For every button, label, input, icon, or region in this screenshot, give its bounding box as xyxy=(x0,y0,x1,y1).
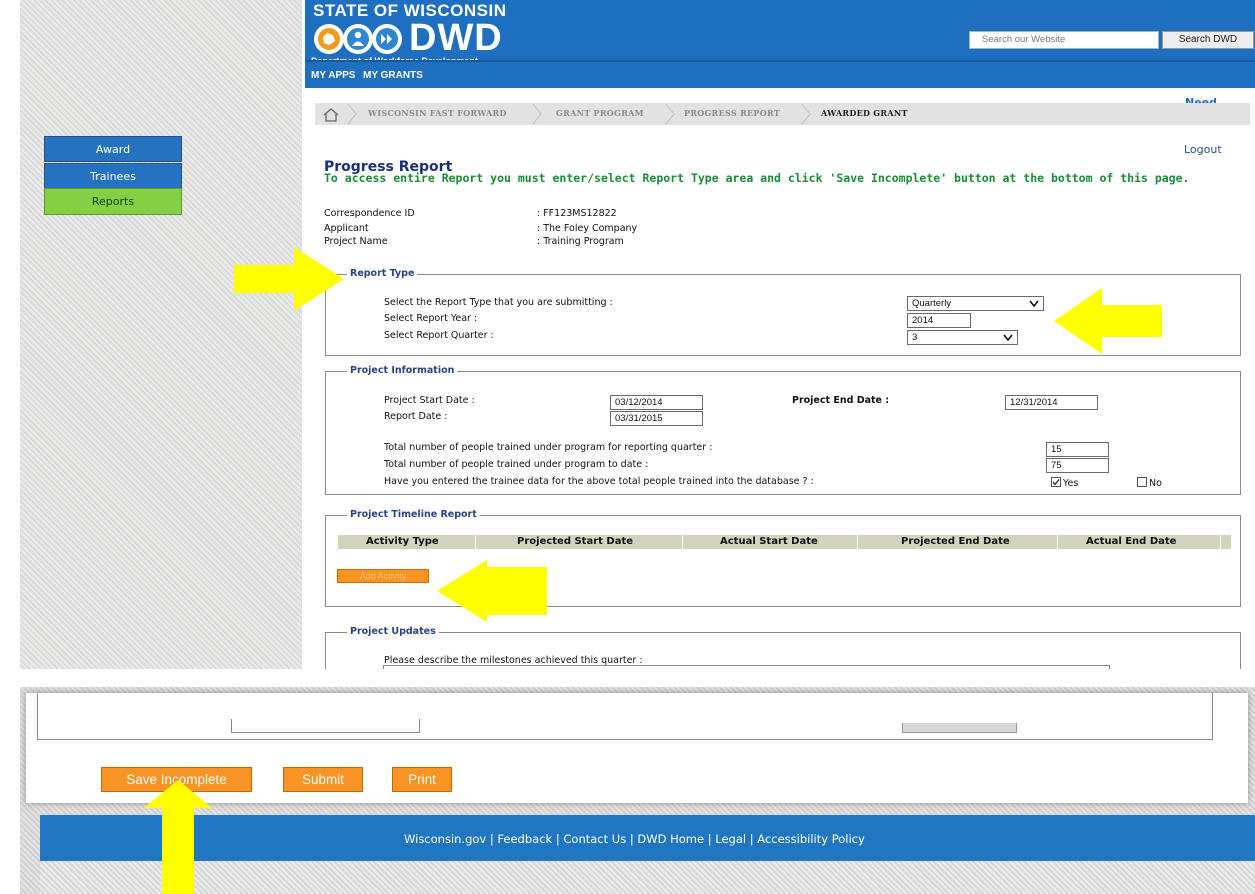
breadcrumb-item-wisconsin-fast-forward[interactable]: WISCONSIN FAST FORWARD xyxy=(368,108,507,118)
lower-screenshot: Save Incomplete Submit Print Wisconsin.g… xyxy=(0,669,1255,894)
left-background xyxy=(20,0,302,669)
updates-textarea[interactable] xyxy=(231,719,420,733)
report-type-legend: Report Type xyxy=(347,268,418,279)
trainee-data-entered-label: Have you entered the trainee data for th… xyxy=(384,476,814,487)
no-checkbox[interactable] xyxy=(1137,477,1147,487)
footer-link-dwd-home[interactable]: DWD Home xyxy=(637,832,704,846)
dwd-logo-text: DWD xyxy=(409,17,503,59)
add-activity-button[interactable]: Add Activity xyxy=(337,569,429,583)
column-projected-start-date: Projected Start Date xyxy=(517,536,634,547)
footer-link-accessibility-policy[interactable]: Accessibility Policy xyxy=(757,832,865,846)
fieldset-border xyxy=(1212,693,1213,740)
breadcrumb-separator-icon xyxy=(532,103,542,125)
search-button[interactable]: Search DWD xyxy=(1162,31,1254,49)
breadcrumb-separator-icon xyxy=(801,103,811,125)
correspondence-id-value: : FF123MS12822 xyxy=(537,208,617,219)
report-year-label: Select Report Year : xyxy=(384,313,478,324)
report-type-label: Select the Report Type that you are subm… xyxy=(384,297,613,308)
fieldset-border xyxy=(37,739,1213,740)
site-header: STATE OF WISCONSIN DWD Search our Websit… xyxy=(305,0,1255,60)
footer-link-contact-us[interactable]: Contact Us xyxy=(563,832,626,846)
trained-to-date-label: Total number of people trained under pro… xyxy=(384,459,649,470)
report-type-selected-value: Quarterly xyxy=(912,298,952,309)
sidebar-item-reports[interactable]: Reports xyxy=(44,188,182,215)
breadcrumb-separator-icon xyxy=(665,103,675,125)
correspondence-id-label: Correspondence ID xyxy=(324,208,415,219)
column-divider xyxy=(682,535,683,549)
footer-link-wisconsin-gov[interactable]: Wisconsin.gov xyxy=(404,832,486,846)
annotation-arrow-up-icon xyxy=(144,780,212,894)
page-instructions: To access entire Report you must enter/s… xyxy=(324,171,1190,185)
column-divider xyxy=(475,535,476,549)
annotation-arrow-left-icon xyxy=(437,560,547,622)
column-actual-start-date: Actual Start Date xyxy=(720,536,818,547)
report-year-input[interactable]: 2014 xyxy=(907,313,971,328)
print-button[interactable]: Print xyxy=(392,767,452,792)
chevron-down-icon xyxy=(1003,334,1013,342)
logout-link[interactable]: Logout xyxy=(1184,143,1222,156)
nav-my-apps[interactable]: MY APPS xyxy=(311,70,355,81)
project-name-label: Project Name xyxy=(324,236,388,247)
upper-screenshot: . Award Trainees Reports STATE OF WISCON… xyxy=(0,0,1255,669)
column-activity-type: Activity Type xyxy=(366,536,439,547)
dwd-logo-icon xyxy=(314,24,402,54)
column-divider xyxy=(1220,535,1221,549)
applicant-label: Applicant xyxy=(324,223,369,234)
column-projected-end-date: Projected End Date xyxy=(901,536,1010,547)
column-actual-end-date: Actual End Date xyxy=(1086,536,1177,547)
report-quarter-label: Select Report Quarter : xyxy=(384,330,494,341)
submit-button[interactable]: Submit xyxy=(283,767,363,792)
nav-my-grants[interactable]: MY GRANTS xyxy=(363,70,423,81)
footer-link-legal[interactable]: Legal xyxy=(715,832,746,846)
breadcrumb-item-progress-report[interactable]: PROGRESS REPORT xyxy=(684,108,780,118)
breadcrumb-separator-icon xyxy=(347,103,357,125)
trained-quarter-label: Total number of people trained under pro… xyxy=(384,442,713,453)
report-type-select[interactable]: Quarterly xyxy=(907,296,1044,311)
fieldset-border xyxy=(37,693,38,740)
sidebar-item-trainees[interactable]: Trainees xyxy=(44,163,182,189)
project-start-date-label: Project Start Date : xyxy=(384,395,475,406)
project-start-date-input[interactable]: 03/12/2014 xyxy=(610,395,703,410)
report-quarter-select[interactable]: 3 xyxy=(907,330,1018,345)
chevron-down-icon xyxy=(1029,300,1039,308)
stray-dot: . xyxy=(14,660,18,669)
yes-checkbox[interactable] xyxy=(1051,477,1061,487)
annotation-arrow-left-icon xyxy=(1054,288,1162,354)
report-date-input[interactable]: 03/31/2015 xyxy=(610,411,703,426)
trained-quarter-input[interactable]: 15 xyxy=(1046,442,1109,457)
breadcrumb-item-awarded-grant: AWARDED GRANT xyxy=(821,108,908,118)
breadcrumb-item-grant-program[interactable]: GRANT PROGRAM xyxy=(556,108,644,118)
project-updates-legend: Project Updates xyxy=(347,626,439,637)
annotation-arrow-right-icon xyxy=(234,247,344,311)
column-divider xyxy=(1057,535,1058,549)
project-end-date-label: Project End Date : xyxy=(792,395,890,406)
footer-link-feedback[interactable]: Feedback xyxy=(497,832,552,846)
project-information-legend: Project Information xyxy=(347,365,458,376)
yes-label: Yes xyxy=(1063,478,1079,489)
home-icon[interactable] xyxy=(319,107,343,123)
column-divider xyxy=(857,535,858,549)
no-label: No xyxy=(1149,478,1162,489)
project-name-value: : Training Program xyxy=(537,236,624,247)
report-quarter-selected-value: 3 xyxy=(912,332,918,343)
trained-to-date-input[interactable]: 75 xyxy=(1046,458,1109,473)
applicant-value: : The Foley Company xyxy=(537,223,638,234)
date-field[interactable] xyxy=(902,723,1017,733)
report-date-label: Report Date : xyxy=(384,411,448,422)
project-end-date-input[interactable]: 12/31/2014 xyxy=(1005,395,1098,410)
footer-strip xyxy=(40,861,1255,894)
sidebar-item-award[interactable]: Award xyxy=(44,136,182,162)
project-timeline-legend: Project Timeline Report xyxy=(347,509,480,520)
search-input[interactable]: Search our Website xyxy=(969,31,1159,49)
footer-links: Wisconsin.gov | Feedback | Contact Us | … xyxy=(404,832,865,846)
nav-bar xyxy=(305,60,1255,88)
